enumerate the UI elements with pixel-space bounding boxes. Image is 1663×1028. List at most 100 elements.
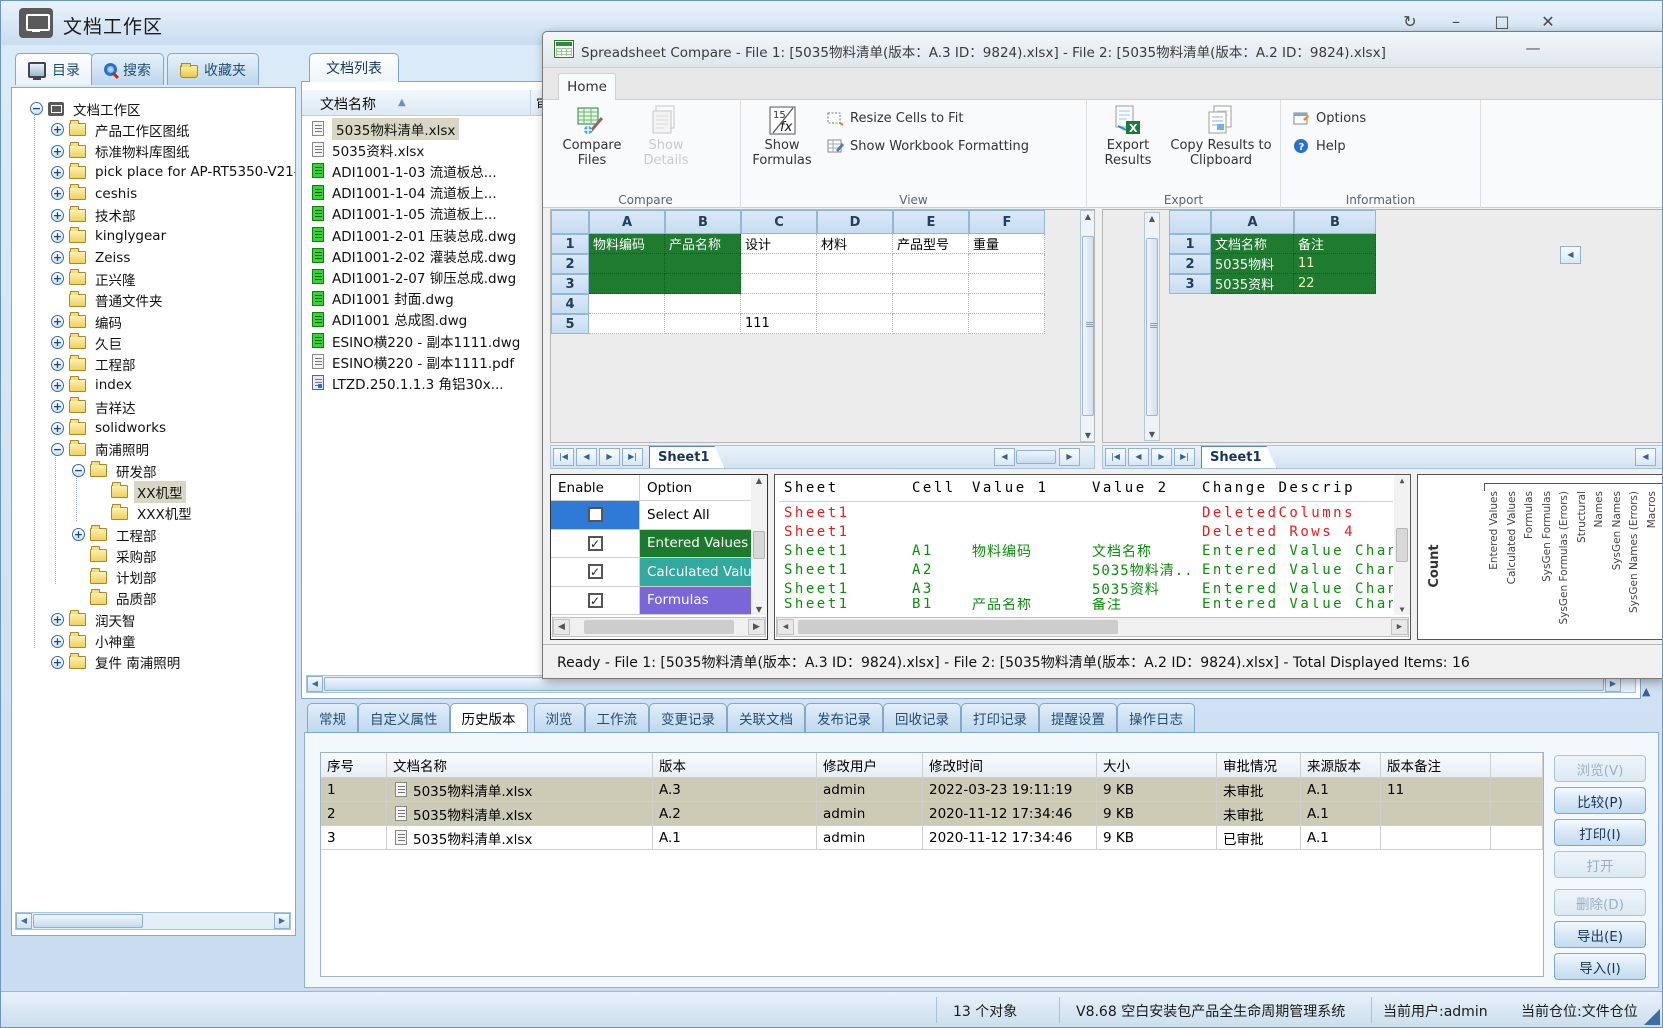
results-cell[interactable]: A1 [907, 541, 967, 560]
history-cell[interactable]: A.2 [653, 802, 817, 826]
history-cell[interactable] [1381, 826, 1491, 850]
tree-item-solidworks[interactable]: +solidworks [14, 418, 292, 439]
doc-list-item[interactable]: ADI1001-2-07 铆压总成.dwg [308, 266, 516, 287]
results-cell[interactable]: B1 [907, 598, 967, 610]
results-cell[interactable]: Deleted Rows 4 [1197, 522, 1393, 541]
checkbox-checked-icon[interactable]: ✓ [588, 593, 603, 608]
nav-tab-目录[interactable]: 目录 [15, 53, 93, 85]
tree-item-复件 南浦照明[interactable]: +复件 南浦照明 [14, 652, 292, 673]
tree-item-工程部[interactable]: +工程部 [14, 354, 292, 375]
history-cell[interactable] [1491, 826, 1543, 850]
history-column-序号[interactable]: 序号 [321, 753, 387, 778]
scroll-left-icon[interactable]: ◀ [1560, 246, 1581, 264]
grid-cell-C2[interactable] [741, 254, 817, 274]
grid-cell-A3[interactable] [589, 274, 665, 294]
results-cell[interactable]: Sheet1 [779, 579, 907, 598]
tree-item-正兴隆[interactable]: +正兴隆 [14, 268, 292, 289]
grid2-scroll-thumb[interactable] [1146, 238, 1158, 416]
doc-list-item[interactable]: ADI1001 封面.dwg [308, 288, 454, 309]
history-cell[interactable]: A.3 [653, 778, 817, 802]
grid-cell-D1[interactable]: 材料 [817, 234, 893, 254]
grid-cell-F5[interactable] [969, 314, 1045, 334]
tree-item-Zeiss[interactable]: +Zeiss [14, 247, 292, 268]
scroll-down-icon[interactable]: ▼ [1085, 431, 1091, 440]
tree-item-技术部[interactable]: +技术部 [14, 205, 292, 226]
grid-cell-F2[interactable] [969, 254, 1045, 274]
expand-icon[interactable]: + [51, 422, 64, 435]
grid-cell-A5[interactable] [589, 314, 665, 334]
checkbox-checked-icon[interactable]: ✓ [588, 564, 603, 579]
options-scroll-thumb[interactable] [753, 531, 765, 559]
tab-提醒设置[interactable]: 提醒设置 [1039, 703, 1117, 733]
doc-list-item[interactable]: ESINO横220 - 副本1111.dwg [308, 330, 520, 351]
results-horizontal-scrollbar[interactable]: ◀ ▶ [776, 617, 1409, 637]
results-cell[interactable]: 物料编码 [967, 541, 1087, 560]
grid-cell-B2[interactable] [665, 254, 741, 274]
results-hscroll-thumb[interactable] [798, 620, 1118, 634]
ribbon-button-Copy Results to Clipboard[interactable]: Copy Results to Clipboard [1169, 104, 1273, 169]
history-cell[interactable]: admin [817, 802, 923, 826]
expand-icon[interactable]: + [51, 230, 64, 243]
history-cell[interactable]: 9 KB [1097, 778, 1217, 802]
results-cell[interactable]: 产品名称 [967, 598, 1087, 610]
history-cell[interactable]: 2022-03-23 19:11:19 [923, 778, 1097, 802]
expand-icon[interactable]: + [51, 187, 64, 200]
grid-cell-E3[interactable] [893, 274, 969, 294]
grid-corner[interactable] [551, 210, 589, 234]
option-label-Select All[interactable]: Select All [639, 501, 751, 530]
grid-cell-E1[interactable]: 产品型号 [893, 234, 969, 254]
expand-icon[interactable]: + [51, 613, 64, 626]
history-cell[interactable]: admin [817, 778, 923, 802]
grid-cell-B4[interactable] [665, 294, 741, 314]
tab-doc-list[interactable]: 文档列表 [309, 53, 399, 82]
resize-grip-icon[interactable] [1644, 1009, 1660, 1025]
grid-cell-B3[interactable]: 22 [1294, 274, 1376, 294]
sheet-tab-file2[interactable]: Sheet1 [1201, 446, 1277, 468]
expand-icon[interactable]: + [51, 336, 64, 349]
button-打印(I)[interactable]: 打印(I) [1554, 819, 1646, 846]
grid-cell-F4[interactable] [969, 294, 1045, 314]
history-column-版本[interactable]: 版本 [653, 753, 817, 778]
ribbon-button-Show Workbook Formatting[interactable]: Show Workbook Formatting [827, 138, 1029, 154]
doc-name-column-header[interactable]: 文档名称 [320, 94, 376, 114]
tab-回收记录[interactable]: 回收记录 [883, 703, 961, 733]
history-cell[interactable] [1491, 778, 1543, 802]
collapse-icon[interactable]: − [30, 102, 43, 115]
expand-icon[interactable]: + [51, 251, 64, 264]
tree-item-pick place for AP-RT5350-V21-[interactable]: +pick place for AP-RT5350-V21- [14, 162, 292, 183]
tree-item-计划部[interactable]: +计划部 [14, 567, 292, 588]
grid-cell-C3[interactable] [741, 274, 817, 294]
option-label-Formulas[interactable]: Formulas [639, 587, 751, 616]
history-cell[interactable]: 11 [1381, 778, 1491, 802]
checkbox-checked-icon[interactable]: ✓ [588, 536, 603, 551]
doc-list-item[interactable]: 5035物料清单.xlsx [308, 118, 459, 139]
grid-cell-C5[interactable]: 111 [741, 314, 817, 334]
history-column-大小[interactable]: 大小 [1097, 753, 1217, 778]
prev-sheet-icon[interactable]: ◀ [1128, 448, 1149, 466]
tree-item-研发部[interactable]: −研发部 [14, 460, 292, 481]
nav-tab-搜索[interactable]: 搜索 [91, 53, 164, 85]
tree-item-品质部[interactable]: +品质部 [14, 588, 292, 609]
tree-item-普通文件夹[interactable]: +普通文件夹 [14, 290, 292, 311]
tree-item-南浦照明[interactable]: −南浦照明 [14, 439, 292, 460]
tree-horizontal-scrollbar[interactable]: ◀ ▶ [15, 912, 291, 930]
doc-list-item[interactable]: ESINO横220 - 副本1111.pdf [308, 351, 514, 372]
grid-column-header-B[interactable]: B [665, 210, 741, 234]
tree-item-index[interactable]: +index [14, 375, 292, 396]
results-cell[interactable]: Sheet1 [779, 522, 907, 541]
grid1-horizontal-scrollbar[interactable]: ◀ ▶ [992, 448, 1080, 466]
grid-cell-D4[interactable] [817, 294, 893, 314]
results-cell[interactable]: A3 [907, 579, 967, 598]
history-cell[interactable]: 2 [321, 802, 387, 826]
history-cell[interactable] [1381, 802, 1491, 826]
scroll-up-icon[interactable]: ▲ [1085, 212, 1091, 221]
grid-cell-D2[interactable] [817, 254, 893, 274]
option-label-Calculated Values[interactable]: Calculated Values [639, 558, 751, 587]
history-cell[interactable]: A.1 [1301, 802, 1381, 826]
grid-cell-B5[interactable] [665, 314, 741, 334]
expand-icon[interactable]: + [51, 123, 64, 136]
next-sheet-icon[interactable]: ▶ [1151, 448, 1172, 466]
collapse-icon[interactable]: − [72, 464, 85, 477]
tree-item-工程部[interactable]: +工程部 [14, 524, 292, 545]
expand-icon[interactable]: + [51, 209, 64, 222]
